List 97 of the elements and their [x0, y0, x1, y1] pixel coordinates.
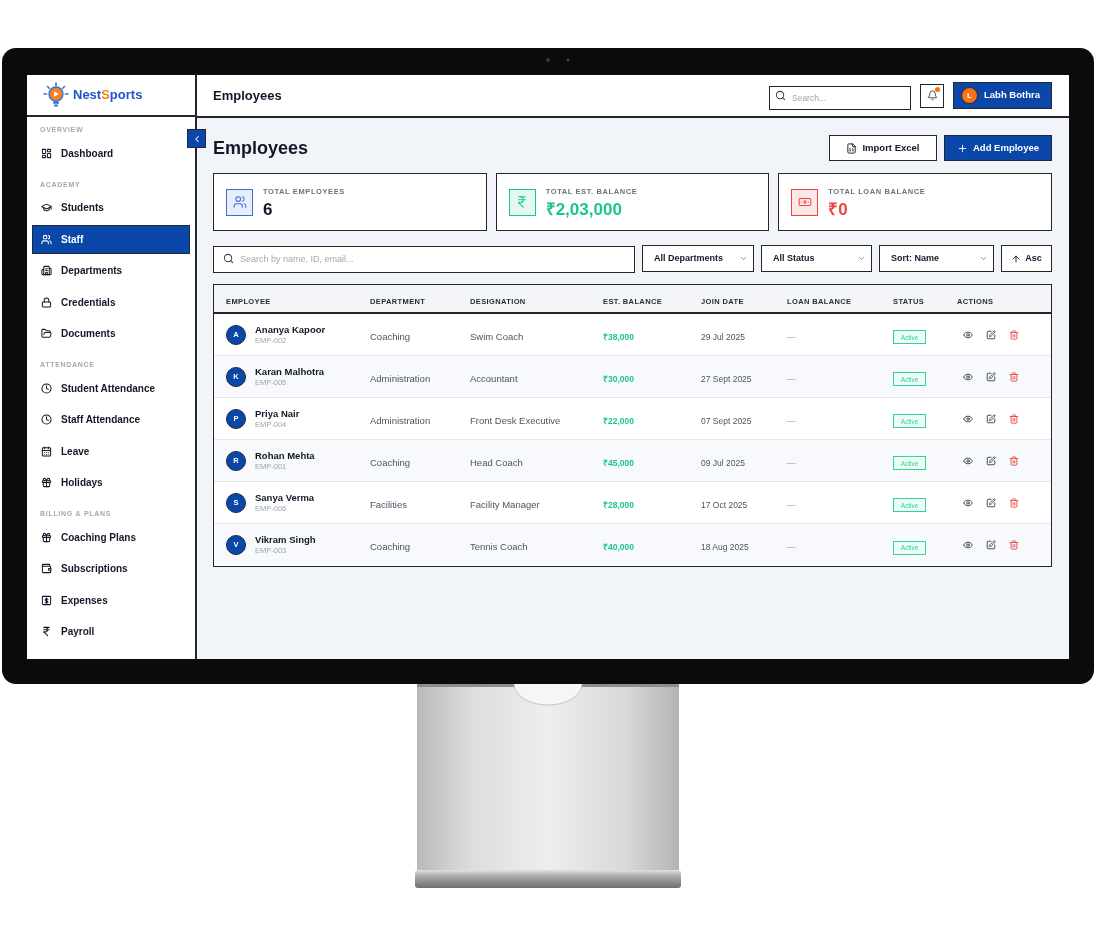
- chevron-down-icon: [739, 254, 748, 263]
- designation-text: Tennis Coach: [470, 541, 528, 552]
- view-icon[interactable]: [963, 497, 973, 508]
- view-icon[interactable]: [963, 371, 973, 382]
- edit-icon[interactable]: [986, 497, 996, 508]
- chevron-down-icon: [979, 254, 988, 263]
- designation-text: Facility Manager: [470, 498, 540, 510]
- page-title: Employees: [213, 136, 309, 160]
- add-employee-button[interactable]: Add Employee: [944, 135, 1052, 161]
- department-text: Administration: [370, 414, 431, 426]
- rupee-icon: [41, 626, 52, 637]
- join-date: 27 Sept 2025: [701, 373, 752, 384]
- designation-text: Swim Coach: [470, 330, 524, 342]
- balance-amount: ₹28,000: [603, 499, 634, 510]
- department-text: Coaching: [370, 456, 411, 468]
- join-date: 18 Aug 2025: [701, 542, 749, 552]
- stat-value: 6: [263, 200, 274, 218]
- clock-icon: [41, 414, 52, 425]
- delete-icon[interactable]: [1009, 497, 1019, 508]
- department-text: Administration: [370, 372, 431, 384]
- search-field[interactable]: Search...: [769, 85, 911, 110]
- delete-icon[interactable]: [1009, 413, 1019, 424]
- department-text: Coaching: [370, 330, 411, 342]
- wallet-icon: [41, 563, 52, 574]
- graduation-cap-icon: [41, 202, 52, 213]
- user-menu-button[interactable]: L Labh Bothra: [953, 82, 1052, 109]
- spreadsheet-file-icon: [846, 142, 858, 154]
- view-icon[interactable]: [963, 413, 973, 424]
- join-date: 17 Oct 2025: [701, 499, 748, 510]
- stat-value: ₹2,03,000: [545, 200, 623, 218]
- join-date: 09 Jul 2025: [701, 457, 745, 468]
- view-icon[interactable]: [963, 455, 973, 466]
- notifications-button[interactable]: [920, 83, 944, 108]
- edit-icon[interactable]: [986, 329, 996, 340]
- edit-icon[interactable]: [986, 540, 996, 550]
- delete-icon[interactable]: [1009, 540, 1019, 550]
- building-icon: [41, 265, 52, 276]
- balance-amount: ₹22,000: [603, 415, 634, 426]
- balance-amount: ₹45,000: [603, 457, 634, 468]
- department-text: Coaching: [370, 541, 411, 552]
- lightbulb-logo-icon: [43, 82, 69, 108]
- filter-dropdown[interactable]: All Departments: [642, 245, 754, 272]
- employee-name: Vikram Singh: [255, 534, 316, 546]
- dashboard-icon: [41, 147, 52, 159]
- loan-balance: —: [787, 331, 796, 342]
- header-title: Employees: [213, 86, 282, 105]
- search-icon: [775, 90, 786, 101]
- nav-item[interactable]: Staff: [32, 224, 190, 254]
- user-avatar: L: [961, 87, 978, 104]
- designation-text: Front Desk Executive: [470, 414, 561, 426]
- users-icon: [41, 233, 52, 245]
- loan-balance: —: [787, 499, 796, 510]
- employee-name: Karan Malhotra: [255, 365, 325, 378]
- join-date: 29 Jul 2025: [701, 331, 745, 342]
- filter-dropdown[interactable]: All Status: [761, 245, 872, 272]
- bell-icon: [926, 90, 938, 101]
- delete-icon[interactable]: [1009, 371, 1019, 382]
- employee-name: Priya Nair: [255, 407, 300, 420]
- balance-amount: ₹30,000: [603, 373, 634, 384]
- calendar-icon: [41, 445, 52, 457]
- plus-icon: [957, 142, 968, 154]
- folder-icon: [41, 328, 52, 339]
- join-date: 07 Sept 2025: [701, 415, 752, 426]
- brand-name: NestSports: [73, 86, 143, 105]
- filter-dropdown[interactable]: Sort: Name: [879, 245, 994, 272]
- loan-balance: —: [787, 373, 796, 384]
- arrow-up-icon: [1011, 253, 1022, 264]
- view-icon[interactable]: [963, 540, 973, 550]
- loan-balance: —: [787, 542, 796, 552]
- balance-amount: ₹38,000: [603, 331, 634, 342]
- delete-icon[interactable]: [1009, 455, 1019, 466]
- balance-amount: ₹40,000: [603, 542, 634, 552]
- edit-icon[interactable]: [986, 413, 996, 424]
- clock-icon: [41, 382, 52, 394]
- employee-name: Sanya Verma: [255, 491, 315, 504]
- employee-name: Ananya Kapoor: [255, 323, 326, 336]
- loan-balance: —: [787, 415, 796, 426]
- search-icon: [223, 253, 234, 264]
- gift-icon: [41, 477, 52, 488]
- chevron-down-icon: [857, 254, 866, 263]
- designation-text: Head Coach: [470, 456, 523, 468]
- department-text: Facilities: [370, 498, 407, 510]
- sort-order-button[interactable]: Asc: [1001, 245, 1052, 272]
- loan-balance: —: [787, 457, 796, 468]
- lock-icon: [41, 296, 52, 308]
- collapse-sidebar-button[interactable]: [187, 129, 206, 148]
- designation-text: Accountant: [470, 372, 518, 384]
- employee-name: Rohan Mehta: [255, 449, 315, 462]
- edit-icon[interactable]: [986, 455, 996, 466]
- delete-icon[interactable]: [1009, 329, 1019, 340]
- gift-icon: [41, 531, 52, 543]
- dollar-square-icon: [41, 594, 52, 606]
- employee-search-field[interactable]: Search by name, ID, email...: [213, 245, 635, 273]
- edit-icon[interactable]: [986, 371, 996, 382]
- stat-value: ₹0: [828, 200, 849, 218]
- import-button[interactable]: Import Excel: [829, 135, 937, 161]
- view-icon[interactable]: [963, 329, 973, 340]
